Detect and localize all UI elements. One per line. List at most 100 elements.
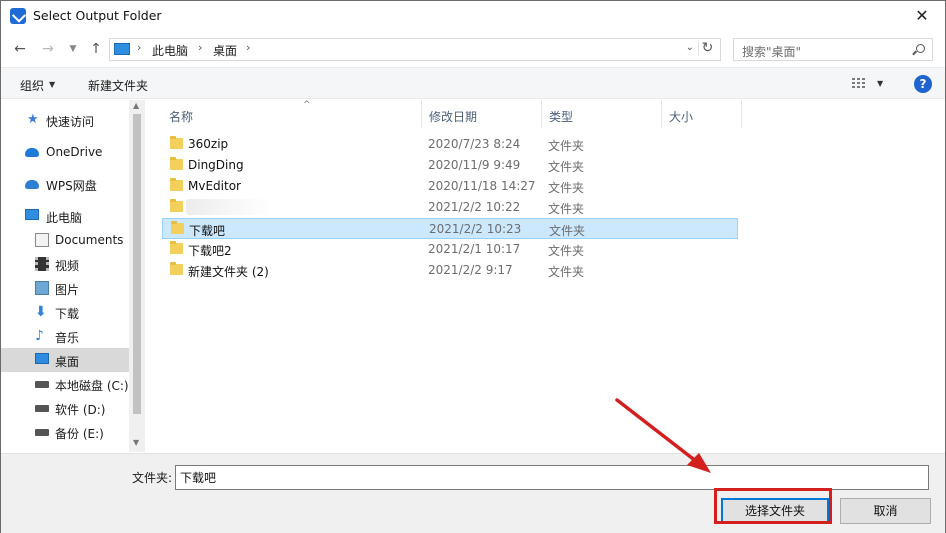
table-row-selected[interactable]: 下载吧 2021/2/2 10:23 文件夹 xyxy=(162,218,738,239)
breadcrumb-desktop[interactable]: 桌面 xyxy=(213,42,237,59)
breadcrumb-this-pc[interactable]: 此电脑 xyxy=(152,42,188,59)
desktop-icon xyxy=(35,353,49,364)
scroll-down-icon[interactable]: ▼ xyxy=(133,438,139,447)
nav-item-label: WPS网盘 xyxy=(46,179,97,193)
download-icon: ⬇ xyxy=(35,304,47,320)
file-type: 文件夹 xyxy=(548,244,585,258)
address-history-chevron-icon[interactable]: ⌄ xyxy=(686,42,694,53)
folder-icon xyxy=(171,221,184,234)
column-header-label: 类型 xyxy=(549,110,574,124)
folder-icon xyxy=(170,136,183,149)
scroll-up-icon[interactable]: ▲ xyxy=(133,101,139,110)
chevron-down-icon[interactable]: ▼ xyxy=(877,79,883,88)
nav-item-label: 软件 (D:) xyxy=(55,403,106,417)
nav-item-onedrive[interactable]: OneDrive xyxy=(1,140,129,164)
help-icon[interactable]: ? xyxy=(914,75,932,93)
nav-item-label: 音乐 xyxy=(55,331,80,345)
nav-item-label: 此电脑 xyxy=(46,211,83,225)
computer-icon xyxy=(25,209,39,220)
command-toolbar: 组织 ▼ 新建文件夹 ▼ ? xyxy=(1,67,945,99)
search-input[interactable]: 搜索"桌面" xyxy=(733,38,933,61)
column-header-label: 大小 xyxy=(669,110,694,124)
nav-item-desktop[interactable]: 桌面 xyxy=(1,348,129,372)
column-header-date[interactable]: 修改日期 xyxy=(422,100,542,128)
breadcrumb-separator-icon[interactable]: › xyxy=(246,41,250,54)
file-name: 下载吧 xyxy=(189,224,226,238)
file-name: DingDing xyxy=(188,158,244,172)
file-date: 2021/2/1 10:17 xyxy=(428,242,521,256)
nav-item-this-pc[interactable]: 此电脑 xyxy=(1,204,129,228)
nav-item-wps-cloud[interactable]: WPS网盘 xyxy=(1,172,129,196)
dialog-footer: 文件夹: 选择文件夹 取消 xyxy=(1,453,945,533)
nav-item-videos[interactable]: 视频 xyxy=(1,252,129,276)
select-folder-button[interactable]: 选择文件夹 xyxy=(721,498,829,524)
nav-item-quick-access[interactable]: ★ 快速访问 xyxy=(1,108,129,132)
address-bar[interactable]: › 此电脑 › 桌面 › ⌄ ↻ xyxy=(109,38,721,61)
up-arrow-icon[interactable]: ↑ xyxy=(87,40,105,58)
column-header-label: 名称 xyxy=(169,110,194,124)
new-folder-button[interactable]: 新建文件夹 xyxy=(88,77,148,94)
forward-arrow-icon[interactable]: → xyxy=(39,40,57,58)
back-arrow-icon[interactable]: ← xyxy=(11,40,29,58)
nav-item-label: 视频 xyxy=(55,259,80,273)
column-header-label: 修改日期 xyxy=(429,110,478,124)
cancel-button[interactable]: 取消 xyxy=(840,498,931,524)
redacted-name-blur xyxy=(186,199,276,215)
nav-item-downloads[interactable]: ⬇ 下载 xyxy=(1,300,129,324)
search-icon xyxy=(916,44,925,53)
drive-icon xyxy=(35,429,49,436)
search-placeholder: 搜索"桌面" xyxy=(742,45,802,59)
file-date: 2021/2/2 10:23 xyxy=(429,222,522,236)
nav-item-label: 备份 (E:) xyxy=(55,427,104,441)
folder-icon xyxy=(170,157,183,170)
app-logo-icon xyxy=(10,8,26,24)
table-row[interactable]: 新建文件夹 (2) 2021/2/2 9:17 文件夹 xyxy=(162,260,738,281)
column-header-name[interactable]: 名称 ^ xyxy=(162,100,422,128)
title-bar: Select Output Folder ✕ xyxy=(1,1,945,32)
picture-icon xyxy=(35,281,49,295)
table-row[interactable]: 下载吧2 2021/2/1 10:17 文件夹 xyxy=(162,239,738,260)
nav-item-documents[interactable]: Documents xyxy=(1,228,129,252)
close-icon[interactable]: ✕ xyxy=(911,5,933,27)
chevron-down-icon[interactable]: ▼ xyxy=(49,80,55,89)
breadcrumb-separator-icon[interactable]: › xyxy=(198,41,202,54)
drive-icon xyxy=(35,405,49,412)
nav-item-pictures[interactable]: 图片 xyxy=(1,276,129,300)
window-title: Select Output Folder xyxy=(33,8,162,23)
nav-item-drive-c[interactable]: 本地磁盘 (C:) xyxy=(1,372,129,396)
table-row[interactable]: MvEditor 2020/11/18 14:27 文件夹 xyxy=(162,176,738,197)
nav-item-label: OneDrive xyxy=(46,145,103,159)
nav-item-label: 快速访问 xyxy=(46,115,95,129)
nav-item-label: 本地磁盘 (C:) xyxy=(55,379,129,393)
address-row: ← → ▼ ↑ › 此电脑 › 桌面 › ⌄ ↻ 搜索"桌面" xyxy=(1,32,945,66)
nav-item-music[interactable]: ♪ 音乐 xyxy=(1,324,129,348)
nav-scrollbar[interactable]: ▲ ▼ xyxy=(129,100,145,452)
file-type: 文件夹 xyxy=(548,202,585,216)
view-details-icon[interactable] xyxy=(852,78,866,90)
table-row[interactable]: DingDing 2020/11/9 9:49 文件夹 xyxy=(162,155,738,176)
recent-locations-chevron-icon[interactable]: ▼ xyxy=(64,40,82,58)
table-row[interactable]: 360zip 2020/7/23 8:24 文件夹 xyxy=(162,134,738,155)
file-name: 新建文件夹 (2) xyxy=(188,265,269,279)
file-date: 2021/2/2 9:17 xyxy=(428,263,513,277)
refresh-icon[interactable]: ↻ xyxy=(698,40,716,56)
video-icon xyxy=(35,257,49,271)
column-header-type[interactable]: 类型 xyxy=(542,100,662,128)
scroll-thumb[interactable] xyxy=(133,114,141,414)
sort-ascending-icon: ^ xyxy=(303,100,311,110)
folder-icon xyxy=(170,262,183,275)
select-folder-dialog: Select Output Folder ✕ ← → ▼ ↑ › 此电脑 › 桌… xyxy=(0,0,946,533)
folder-name-input[interactable] xyxy=(175,465,929,490)
file-list: 名称 ^ 修改日期 类型 大小 360zip 2020/7/23 8:24 文件… xyxy=(146,100,945,452)
nav-item-drive-e[interactable]: 备份 (E:) xyxy=(1,420,129,444)
table-row[interactable]: 2021/2/2 10:22 文件夹 xyxy=(162,197,738,218)
organize-button[interactable]: 组织 xyxy=(20,77,44,94)
nav-item-label: 下载 xyxy=(55,307,80,321)
star-icon: ★ xyxy=(27,112,39,127)
nav-item-drive-d[interactable]: 软件 (D:) xyxy=(1,396,129,420)
column-header-size[interactable]: 大小 xyxy=(662,100,742,128)
music-icon: ♪ xyxy=(35,328,44,344)
folder-label: 文件夹: xyxy=(132,471,173,485)
breadcrumb-separator-icon[interactable]: › xyxy=(137,41,141,54)
file-date: 2020/11/18 14:27 xyxy=(428,179,536,193)
